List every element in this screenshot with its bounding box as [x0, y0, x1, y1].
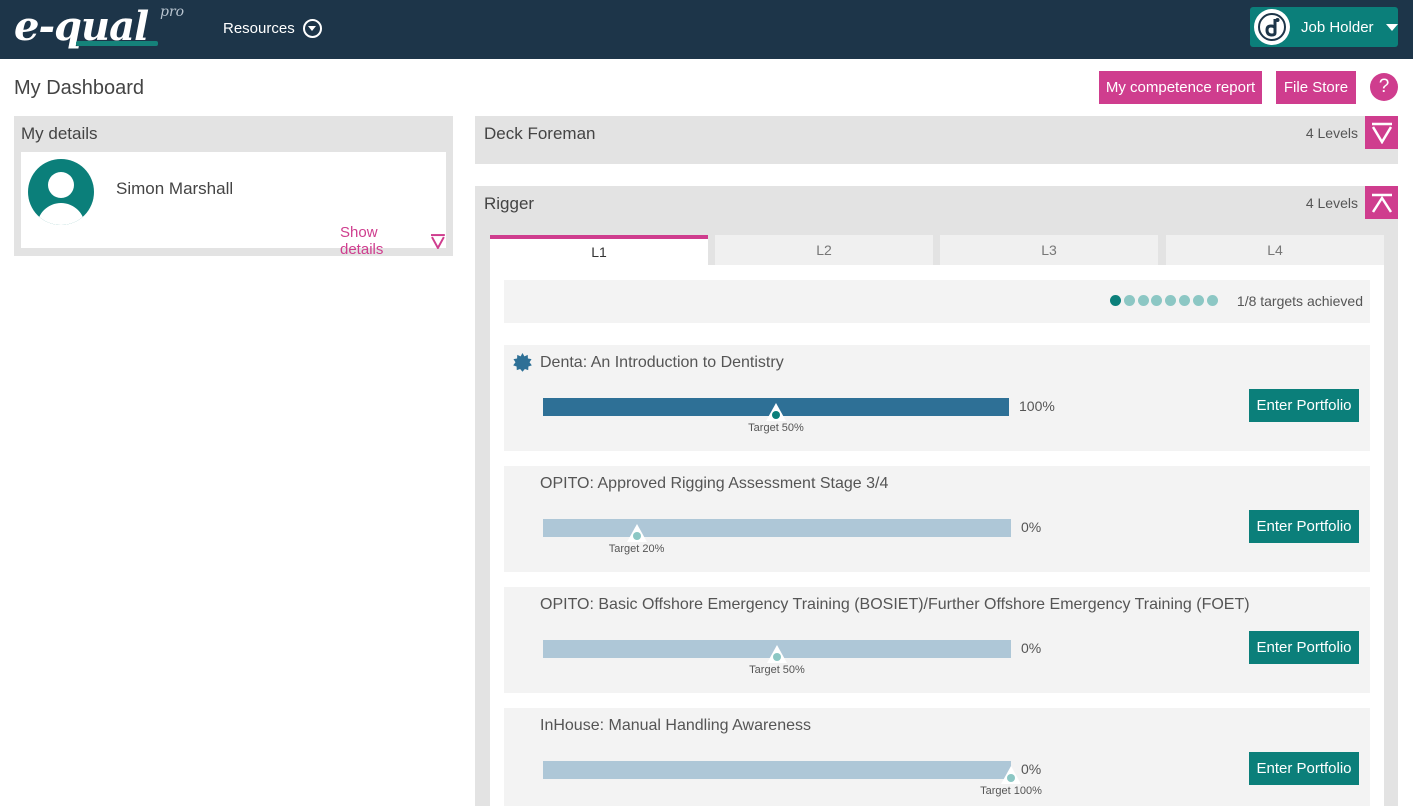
target-dot-pending: [1178, 295, 1190, 306]
course-card: InHouse: Manual Handling Awareness 0% Ta…: [504, 708, 1370, 806]
expand-down-icon: [431, 234, 446, 249]
course-card: OPITO: Approved Rigging Assessment Stage…: [504, 466, 1370, 572]
course-title: OPITO: Basic Offshore Emergency Training…: [540, 596, 1250, 613]
file-store-button[interactable]: File Store: [1276, 71, 1356, 104]
level-tabs: L1 L2 L3 L4: [490, 235, 1384, 265]
help-icon[interactable]: ?: [1370, 73, 1398, 101]
course-title: OPITO: Approved Rigging Assessment Stage…: [540, 475, 889, 492]
logo-underline: [76, 41, 158, 46]
progress-bar: [543, 761, 1011, 779]
level-tab-body: 1/8 targets achieved Denta: An Introduct…: [490, 265, 1384, 806]
tab-l4[interactable]: L4: [1166, 235, 1384, 265]
progress-bar: [543, 519, 1011, 537]
job-holder-menu-button[interactable]: Job Holder: [1250, 7, 1398, 47]
my-details-title: My details: [21, 124, 98, 143]
enter-portfolio-button[interactable]: Enter Portfolio: [1249, 631, 1359, 664]
targets-achieved-text: 1/8 targets achieved: [1236, 293, 1363, 309]
chevron-down-icon: [302, 18, 322, 38]
tab-l1[interactable]: L1: [490, 235, 708, 265]
role-levels: 4 Levels: [1305, 195, 1358, 211]
collapse-role-button[interactable]: [1365, 186, 1398, 219]
progress-percent: 0%: [1021, 519, 1042, 535]
collapse-up-icon: [1371, 193, 1392, 213]
target-marker-icon: [1001, 766, 1021, 784]
user-role-icon: [1254, 9, 1290, 45]
role-title: Rigger: [484, 194, 535, 213]
target-dot-pending: [1192, 295, 1204, 306]
role-panel-rigger: Rigger 4 Levels L1 L2 L3 L4 1/8 targets …: [475, 186, 1398, 806]
progress-percent: 0%: [1021, 640, 1042, 656]
target-marker-icon: [626, 524, 647, 542]
show-details-link[interactable]: Show details: [340, 224, 446, 258]
target-progress-dots: [1110, 295, 1220, 306]
e-qual-logo[interactable]: e-qual pro: [14, 3, 184, 53]
target-label: Target 20%: [608, 543, 665, 555]
my-details-panel: My details Simon Marshall Show details: [14, 116, 453, 258]
page-title: My Dashboard: [14, 77, 145, 99]
target-dot-achieved: [1110, 295, 1121, 306]
target-dot-pending: [1123, 295, 1135, 306]
course-title: InHouse: Manual Handling Awareness: [540, 717, 811, 734]
resources-menu[interactable]: Resources: [223, 16, 322, 40]
enter-portfolio-button[interactable]: Enter Portfolio: [1249, 510, 1359, 543]
progress-percent: 0%: [1021, 761, 1042, 777]
role-panel-deck-foreman: Deck Foreman 4 Levels: [475, 116, 1398, 164]
my-details-card: Simon Marshall Show details: [21, 152, 446, 258]
avatar-shoulders: [37, 203, 85, 225]
role-levels: 4 Levels: [1305, 125, 1358, 141]
course-card: OPITO: Basic Offshore Emergency Training…: [504, 587, 1370, 693]
expand-down-icon: [1371, 122, 1392, 144]
tab-l2[interactable]: L2: [715, 235, 933, 265]
job-holder-label: Job Holder: [1301, 18, 1374, 36]
target-dot-pending: [1137, 295, 1149, 306]
tab-l3[interactable]: L3: [940, 235, 1158, 265]
avatar-head: [48, 172, 74, 198]
top-navbar: e-qual pro Resources Job Holder: [0, 0, 1413, 59]
enter-portfolio-button[interactable]: Enter Portfolio: [1249, 752, 1359, 785]
role-title: Deck Foreman: [484, 124, 596, 143]
user-name: Simon Marshall: [116, 179, 234, 198]
caret-down-icon: [1385, 23, 1398, 31]
targets-summary: 1/8 targets achieved: [504, 280, 1370, 323]
show-details-label: Show details: [340, 224, 384, 258]
target-marker-icon: [767, 645, 787, 663]
target-marker-icon: [766, 403, 786, 421]
target-label: Target 50%: [749, 664, 805, 676]
resources-label: Resources: [223, 19, 295, 37]
progress-percent: 100%: [1019, 398, 1055, 414]
target-dot-pending: [1151, 295, 1163, 306]
avatar: [28, 159, 94, 225]
logo-pro-text: pro: [160, 4, 185, 20]
course-card: Denta: An Introduction to Dentistry 100%…: [504, 345, 1370, 451]
enter-portfolio-button[interactable]: Enter Portfolio: [1249, 389, 1359, 422]
target-label: Target 50%: [748, 422, 804, 434]
course-title: Denta: An Introduction to Dentistry: [540, 354, 784, 371]
expand-role-button[interactable]: [1365, 116, 1398, 149]
competence-report-button[interactable]: My competence report: [1099, 71, 1262, 104]
target-dot-pending: [1206, 295, 1218, 306]
achievement-badge-icon: [513, 353, 532, 372]
target-label: Target 100%: [980, 785, 1042, 797]
target-dot-pending: [1165, 295, 1177, 306]
